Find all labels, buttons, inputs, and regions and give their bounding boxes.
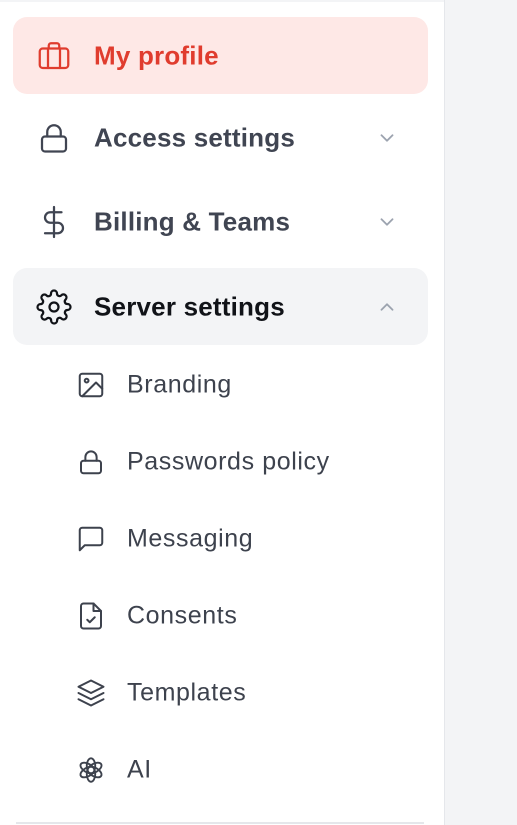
bottom-divider: [16, 822, 424, 824]
chevron-down-icon[interactable]: [375, 210, 399, 234]
settings-sidebar: My profile Access settings Billing & Tea…: [0, 0, 444, 825]
top-divider: [0, 0, 444, 2]
sidebar-item-server-settings[interactable]: Server settings: [13, 268, 428, 345]
sidebar-subitem-branding[interactable]: Branding: [13, 353, 428, 417]
sidebar-subitem-label: AI: [127, 755, 152, 784]
sidebar-subitem-templates[interactable]: Templates: [13, 661, 428, 725]
sidebar-subitem-label: Consents: [127, 601, 238, 630]
sidebar-subitem-ai[interactable]: AI: [13, 738, 428, 802]
sidebar-item-my-profile[interactable]: My profile: [13, 17, 428, 94]
file-check-icon: [75, 600, 107, 632]
dollar-icon: [36, 204, 72, 240]
sidebar-subitem-consents[interactable]: Consents: [13, 584, 428, 648]
sidebar-subitem-label: Messaging: [127, 524, 254, 553]
sidebar-subitem-passwords-policy[interactable]: Passwords policy: [13, 430, 428, 494]
sidebar-subitem-label: Templates: [127, 678, 247, 707]
lock-icon: [36, 120, 72, 156]
sidebar-item-label: My profile: [94, 40, 219, 70]
layers-icon: [75, 677, 107, 709]
sidebar-item-label: Access settings: [94, 122, 295, 152]
chevron-down-icon[interactable]: [375, 126, 399, 150]
message-square-icon: [75, 523, 107, 555]
sidebar-item-label: Server settings: [94, 291, 285, 321]
sidebar-item-access-settings[interactable]: Access settings: [13, 99, 428, 176]
sidebar-subitem-label: Passwords policy: [127, 447, 330, 476]
image-icon: [75, 369, 107, 401]
sidebar-subitem-label: Branding: [127, 370, 232, 399]
gear-icon: [36, 288, 72, 325]
chevron-up-icon[interactable]: [375, 295, 399, 319]
sidebar-item-label: Billing & Teams: [94, 206, 291, 236]
sidebar-item-billing-teams[interactable]: Billing & Teams: [13, 183, 428, 260]
lock-icon: [75, 446, 107, 478]
briefcase-icon: [36, 38, 72, 74]
openai-logo-icon: [75, 754, 107, 786]
sidebar-subitem-messaging[interactable]: Messaging: [13, 507, 428, 571]
content-panel: [444, 0, 517, 825]
